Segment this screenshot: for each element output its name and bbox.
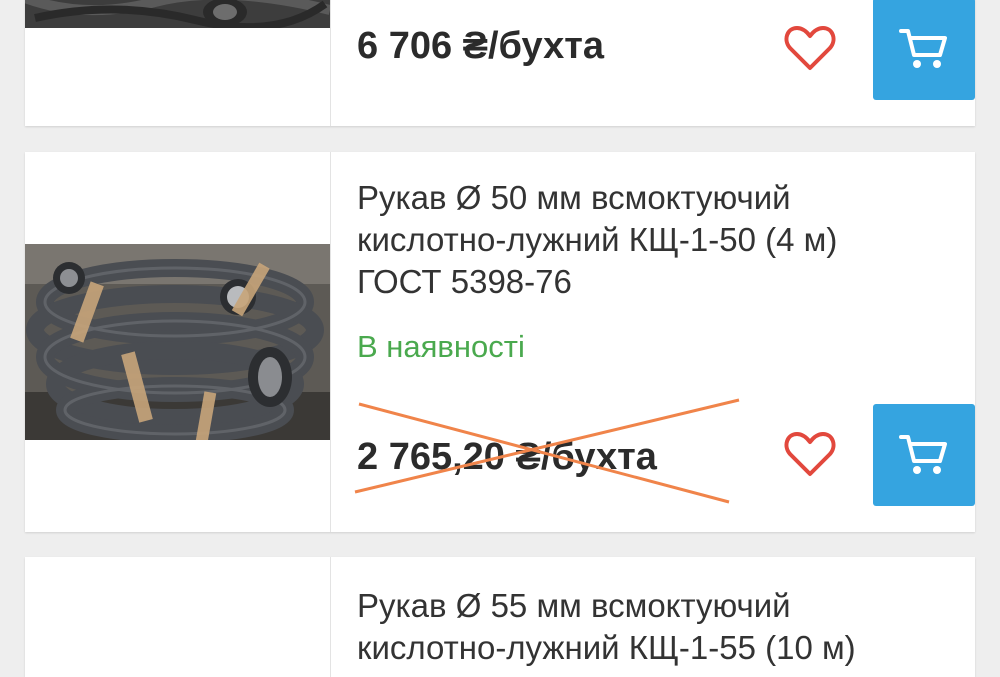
hose-photo	[25, 152, 330, 532]
product-image[interactable]	[25, 557, 331, 677]
product-card[interactable]: Рукав Ø 55 мм всмоктуючий кислотно-лужни…	[25, 557, 975, 677]
product-image[interactable]	[25, 0, 331, 126]
product-card[interactable]: 6 706 ₴/бухта	[25, 0, 975, 126]
add-to-cart-button[interactable]	[873, 404, 975, 506]
product-photo-placeholder	[25, 557, 330, 677]
heart-icon[interactable]	[784, 25, 836, 71]
add-to-cart-button[interactable]	[873, 0, 975, 100]
shopping-cart-icon	[899, 29, 947, 68]
product-image[interactable]	[25, 152, 331, 532]
product-title[interactable]: Рукав Ø 55 мм всмоктуючий кислотно-лужни…	[357, 585, 917, 669]
shopping-cart-icon	[899, 435, 947, 474]
hose-photo	[25, 0, 330, 126]
product-card[interactable]: Рукав Ø 50 мм всмоктуючий кислотно-лужни…	[25, 152, 975, 532]
stock-status: В наявності	[357, 329, 525, 364]
product-price: 6 706 ₴/бухта	[357, 25, 604, 67]
heart-icon[interactable]	[784, 431, 836, 477]
product-title[interactable]: Рукав Ø 50 мм всмоктуючий кислотно-лужни…	[357, 177, 917, 303]
product-price: 2 765,20 ₴/бухта	[357, 436, 657, 478]
